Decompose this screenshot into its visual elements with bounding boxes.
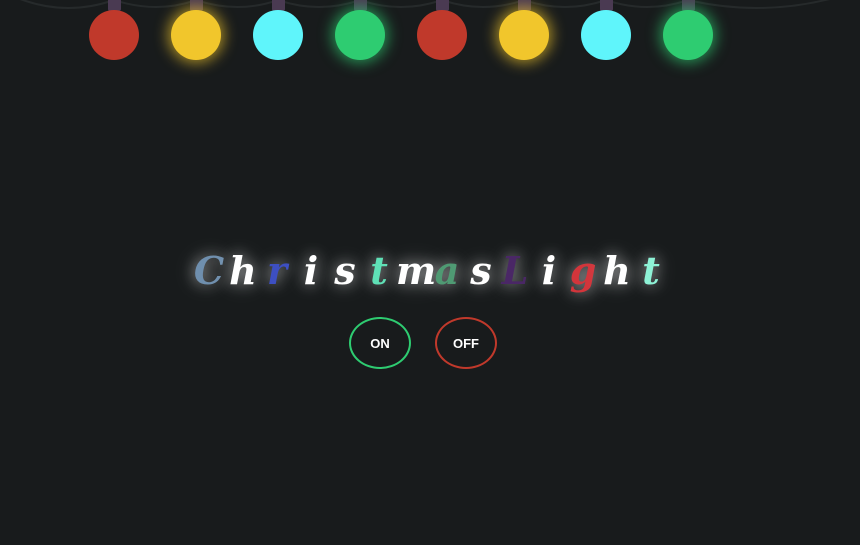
bulb-glass [89, 10, 139, 60]
title-letter: L [501, 248, 529, 293]
title-letter: s [334, 248, 356, 293]
title-letter: a [434, 248, 460, 293]
light-bulb [171, 0, 221, 60]
title-letter: i [303, 248, 319, 293]
lights-off-button[interactable]: OFF [435, 317, 497, 369]
light-bulb [253, 0, 303, 60]
christmas-light-stage: Ch r i s t ma s Li g h t ON OFF [0, 0, 860, 545]
title-letter: r [266, 248, 288, 293]
light-bulb [417, 0, 467, 60]
title-letter: t [642, 248, 660, 293]
bulb-glass [417, 10, 467, 60]
bulb-glass [581, 10, 631, 60]
page-title: Ch r i s t ma s Li g h t [0, 248, 860, 293]
light-bulb [581, 0, 631, 60]
bulb-glass [335, 10, 385, 60]
bulb-glass [253, 10, 303, 60]
lights-on-button[interactable]: ON [349, 317, 411, 369]
title-letter: C [193, 248, 225, 293]
title-letter: i [541, 248, 557, 293]
title-letter: s [470, 248, 492, 293]
light-bulb [89, 0, 139, 60]
title-letter: h [603, 248, 631, 293]
light-bulb [663, 0, 713, 60]
light-bulb [335, 0, 385, 60]
bulb-glass [663, 10, 713, 60]
title-letter: h [229, 248, 257, 293]
title-letter: t [370, 248, 388, 293]
bulb-glass [171, 10, 221, 60]
bulb-glass [499, 10, 549, 60]
title-letter: m [396, 248, 437, 293]
title-letter: g [569, 248, 597, 293]
light-bulb [499, 0, 549, 60]
